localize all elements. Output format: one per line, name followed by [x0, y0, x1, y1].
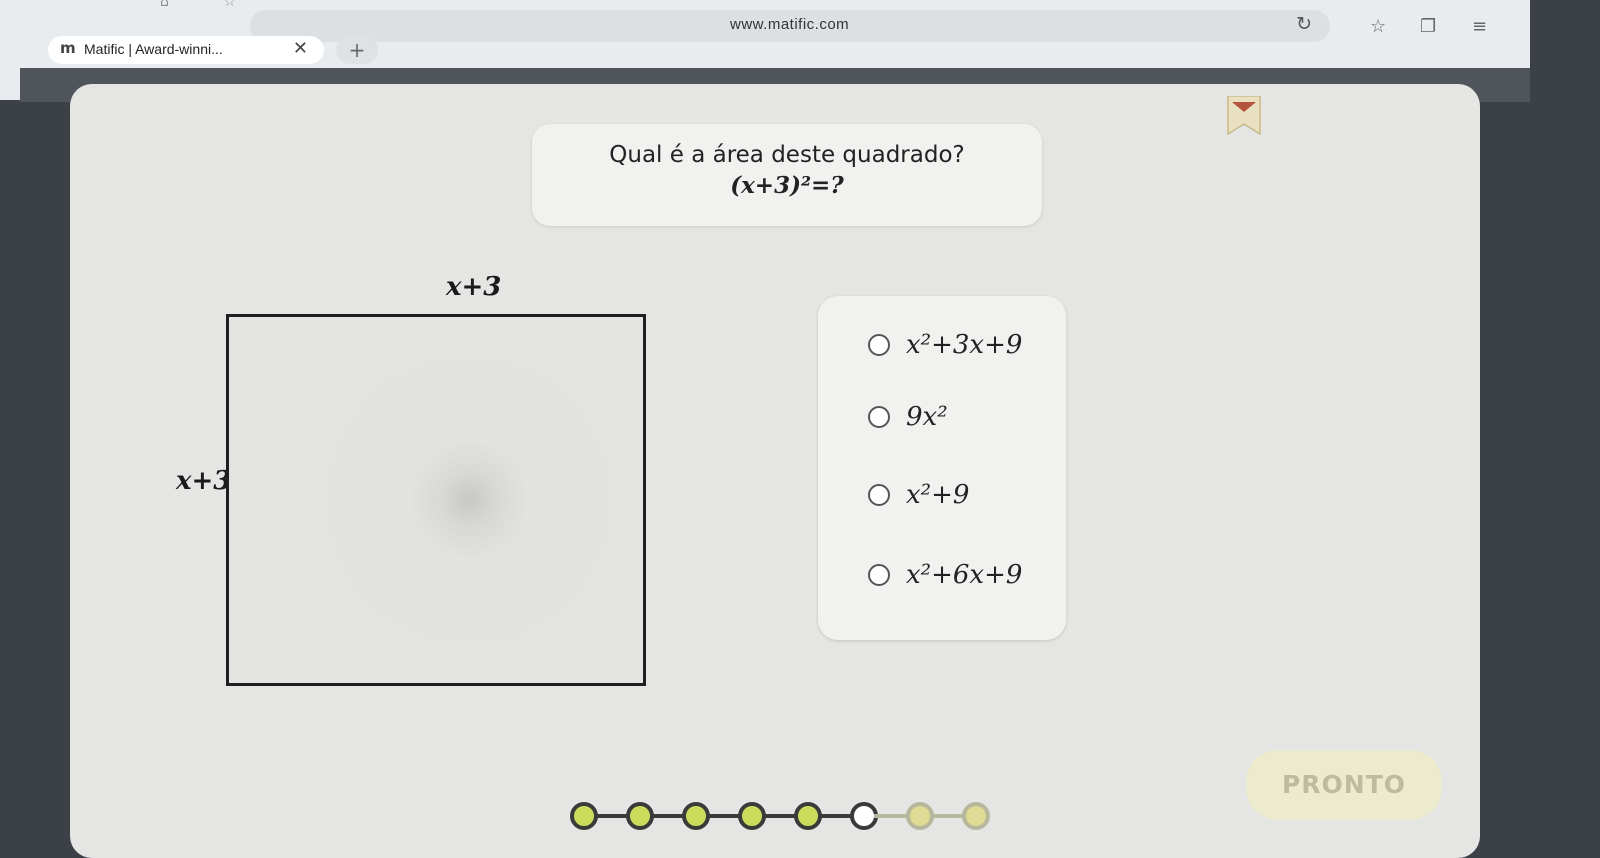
toolbar-top-icons: ⌂ ☆ [160, 0, 286, 10]
tab-close-icon[interactable]: ✕ [293, 38, 308, 59]
tabs-icon[interactable]: ❐ [1420, 16, 1436, 37]
progress-connector [706, 814, 742, 818]
url-text: www.matific.com [730, 16, 850, 33]
home-icon[interactable]: ⌂ [160, 0, 169, 10]
option-label: 9x² [906, 402, 948, 432]
radio-button[interactable] [868, 406, 890, 428]
option-label: x²+3x+9 [906, 330, 1023, 360]
progress-tracker [570, 800, 990, 834]
radio-button[interactable] [868, 334, 890, 356]
progress-connector [930, 814, 966, 818]
radio-button[interactable] [868, 564, 890, 586]
question-text: Qual é a área deste quadrado? [609, 142, 965, 168]
pronto-submit-button[interactable]: PRONTO [1246, 750, 1442, 820]
menu-icon[interactable]: ≡ [1472, 16, 1487, 37]
option-label: x²+9 [906, 480, 970, 510]
browser-tab[interactable]: m Matific | Award-winni... ✕ [48, 36, 324, 64]
progress-connector [650, 814, 686, 818]
left-side-label: x+3 [176, 466, 232, 496]
ribbon-bookmark-icon[interactable] [1226, 96, 1262, 136]
bookmark-outline-icon[interactable]: ☆ [223, 0, 236, 10]
progress-connector [874, 814, 910, 818]
progress-connector [594, 814, 630, 818]
tab-title: Matific | Award-winni... [84, 41, 223, 57]
radio-button[interactable] [868, 484, 890, 506]
question-box: Qual é a área deste quadrado? (x+3)²=? [532, 124, 1042, 226]
progress-connector [818, 814, 854, 818]
address-bar[interactable]: www.matific.com ↻ [250, 10, 1330, 42]
progress-dot-8 [962, 802, 990, 830]
answer-options-panel: x²+3x+9 9x² x²+9 x²+6x+9 [818, 296, 1066, 640]
question-expression: (x+3)²=? [730, 172, 844, 199]
new-tab-button[interactable]: + [336, 36, 378, 64]
square-figure [226, 314, 646, 686]
option-label: x²+6x+9 [906, 560, 1023, 590]
reload-icon[interactable]: ↻ [1296, 13, 1312, 35]
matific-favicon-icon: m [60, 39, 76, 57]
progress-connector [762, 814, 798, 818]
top-side-label: x+3 [446, 272, 502, 302]
star-icon[interactable]: ☆ [1370, 16, 1386, 37]
